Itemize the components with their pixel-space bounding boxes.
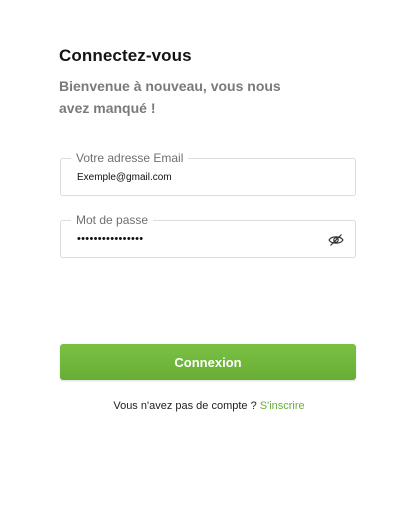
- page-title: Connectez-vous: [59, 46, 192, 65]
- login-button[interactable]: Connexion: [60, 344, 356, 380]
- password-field[interactable]: Mot de passe ••••••••••••••••: [60, 212, 356, 258]
- eye-off-icon[interactable]: [328, 233, 344, 247]
- signup-prompt-row: Vous n'avez pas de compte ? S'inscrire: [0, 400, 418, 412]
- password-input[interactable]: ••••••••••••••••: [77, 232, 143, 246]
- password-field-label: Mot de passe: [71, 212, 154, 228]
- email-field[interactable]: Votre adresse Email Exemple@gmail.com: [60, 150, 356, 196]
- signup-link[interactable]: S'inscrire: [260, 400, 305, 412]
- page-subtitle: Bienvenue à nouveau, vous nous avez manq…: [59, 78, 281, 116]
- signup-prompt-text: Vous n'avez pas de compte ?: [113, 400, 260, 412]
- email-input[interactable]: Exemple@gmail.com: [77, 171, 172, 185]
- email-field-label: Votre adresse Email: [71, 150, 189, 166]
